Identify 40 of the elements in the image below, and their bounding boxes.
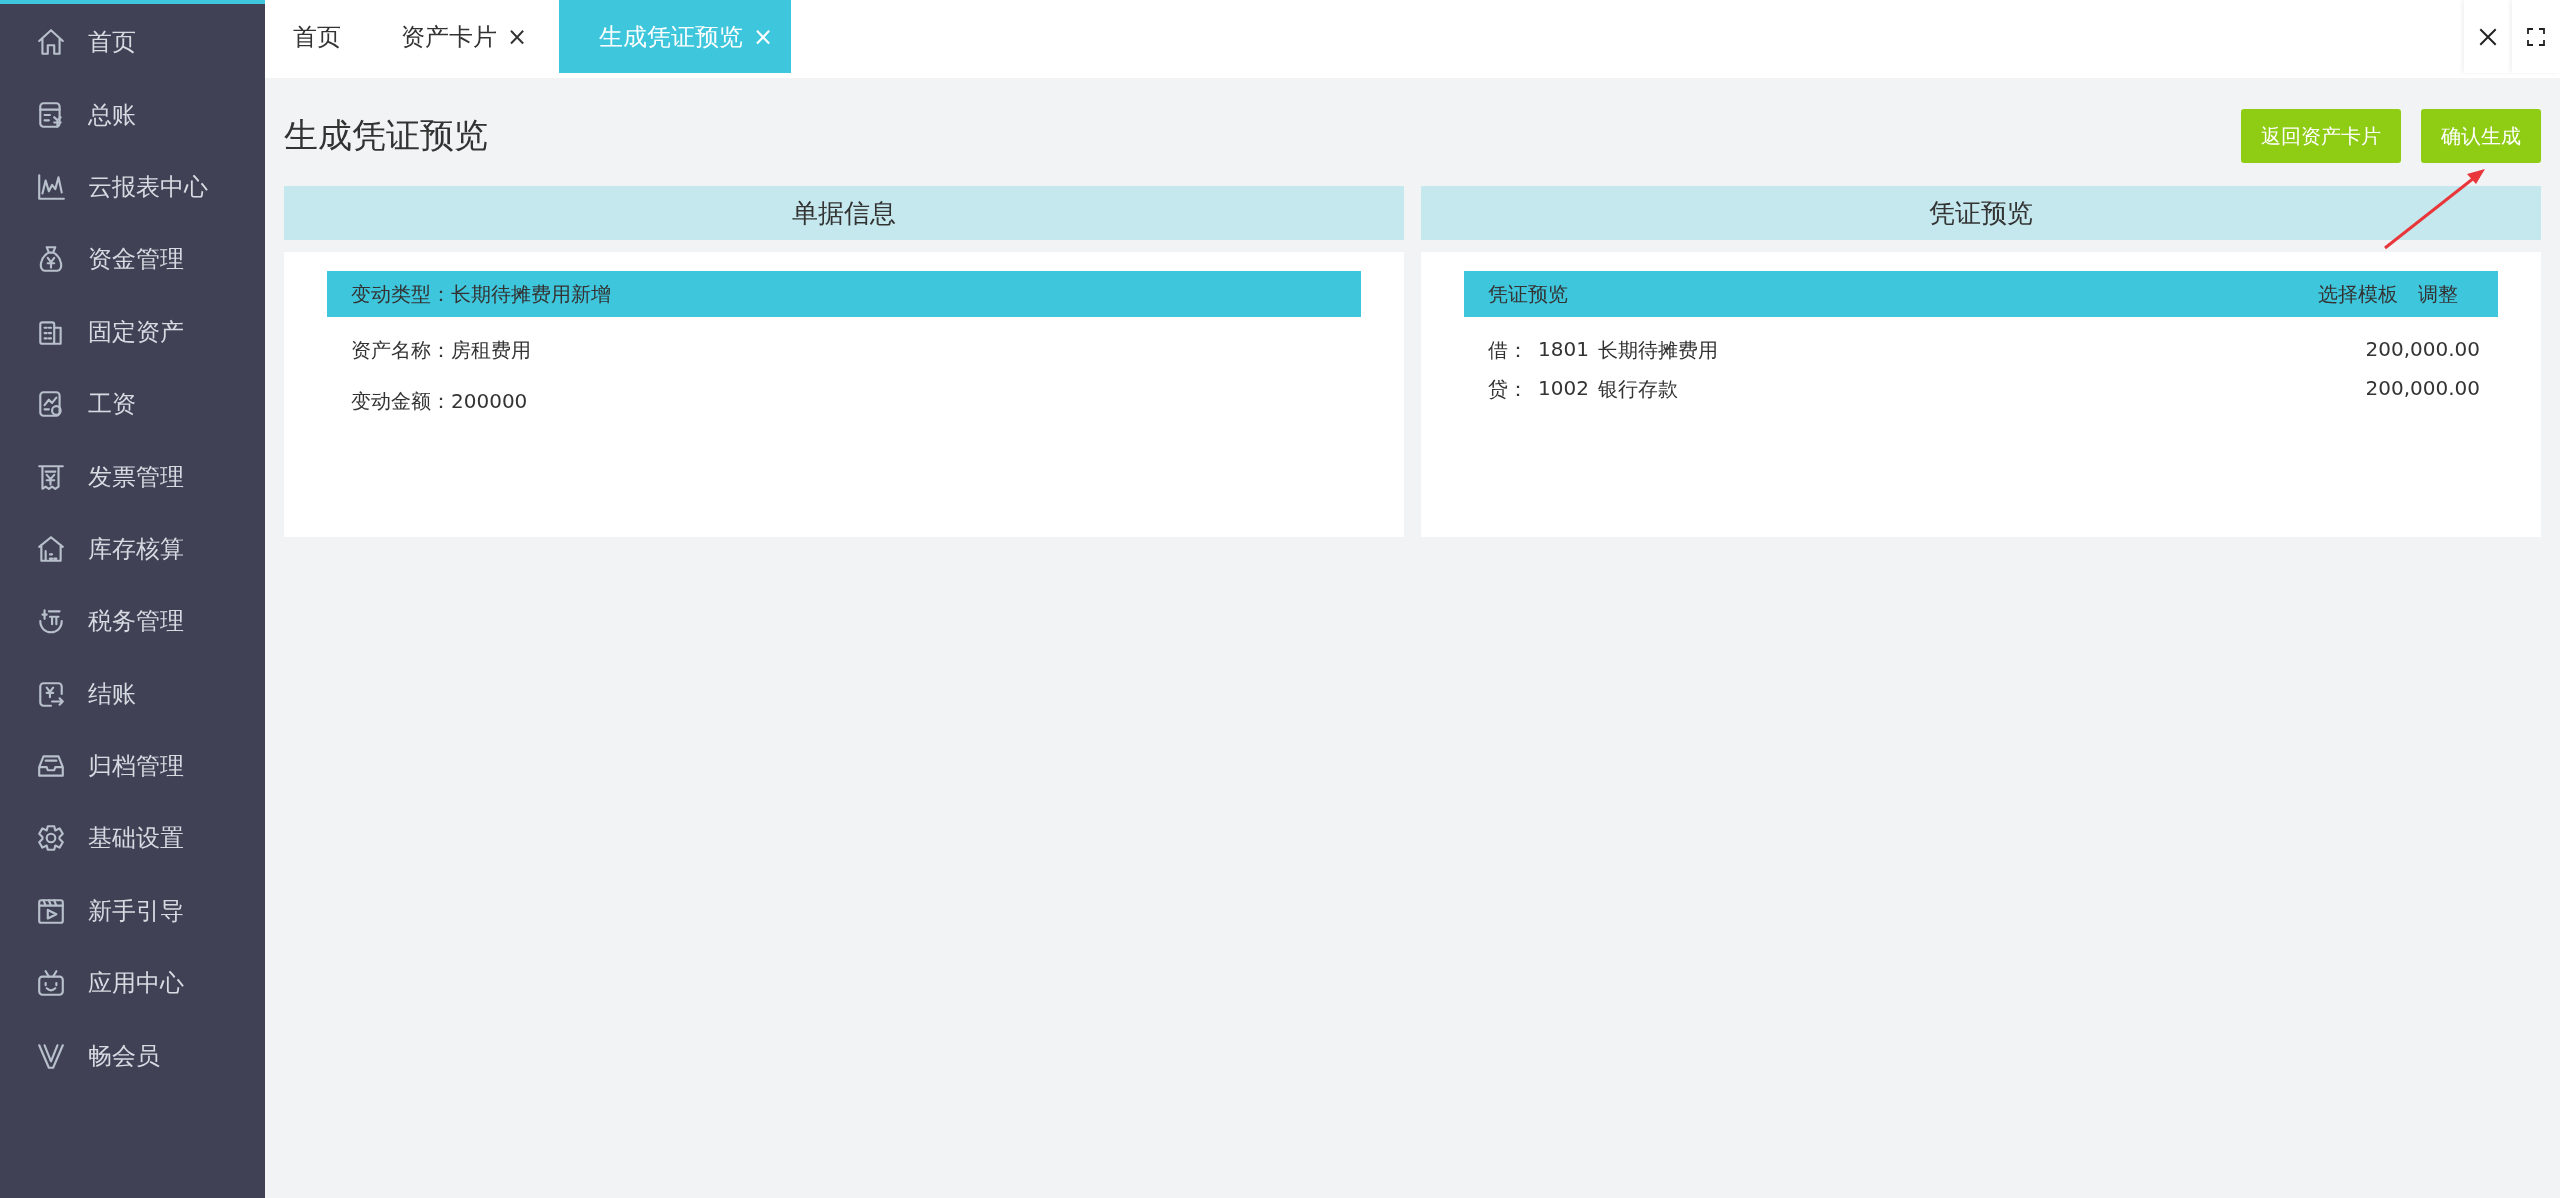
entry-direction: 贷：: [1488, 376, 1529, 403]
field-text: 资产名称：房租费用: [351, 337, 532, 364]
sidebar-item[interactable]: 工资: [0, 367, 265, 441]
entry-amount: 200,000.00: [2365, 376, 2480, 402]
sidebar-item[interactable]: 总账: [0, 78, 265, 151]
panel-header: 单据信息: [284, 186, 1404, 240]
sidebar-item[interactable]: 库存核算: [0, 512, 265, 586]
sidebar-item[interactable]: 基础设置: [0, 802, 265, 875]
chart-icon: [36, 171, 66, 202]
fullscreen-icon: [2526, 26, 2546, 47]
sidebar-item[interactable]: 云报表中心: [0, 150, 265, 224]
gear-icon: [36, 823, 66, 854]
info-bar: 变动类型：长期待摊费用新增: [327, 271, 1361, 317]
tab[interactable]: 资产卡片 ×: [373, 0, 550, 73]
bar-title: 凭证预览: [1488, 280, 1568, 308]
sidebar-item[interactable]: 税务管理: [0, 585, 265, 658]
account-code: 1801: [1538, 337, 1590, 363]
entry-direction: 借：: [1488, 337, 1529, 364]
home-icon: [36, 27, 66, 58]
sidebar-item[interactable]: 固定资产: [0, 295, 265, 368]
account-name: 银行存款: [1598, 376, 1679, 403]
bar-link[interactable]: 选择模板: [2318, 280, 2398, 308]
sidebar-item[interactable]: 结账: [0, 657, 265, 730]
page-title: 生成凭证预览: [284, 114, 488, 157]
sidebar-item[interactable]: 畅会员: [0, 1019, 265, 1092]
warehouse-icon: [36, 533, 66, 564]
account-name: 长期待摊费用: [1598, 337, 1719, 364]
tab[interactable]: 首页: [265, 0, 363, 73]
sidebar-item[interactable]: 新手引导: [0, 874, 265, 948]
bar-link[interactable]: 调整: [2418, 280, 2458, 308]
sidebar-item[interactable]: 资金管理: [0, 223, 265, 296]
sidebar-item[interactable]: 应用中心: [0, 947, 265, 1020]
sidebar-item[interactable]: 首页: [0, 6, 265, 79]
tv-icon: [36, 968, 66, 999]
entry-amount: 200,000.00: [2365, 337, 2480, 363]
sidebar-item[interactable]: 发票管理: [0, 440, 265, 513]
sidebar-item[interactable]: 归档管理: [0, 729, 265, 803]
account-code: 1002: [1538, 376, 1590, 402]
panel-header: 凭证预览: [1421, 186, 2541, 240]
field-text: 变动金额：200000: [351, 388, 529, 415]
